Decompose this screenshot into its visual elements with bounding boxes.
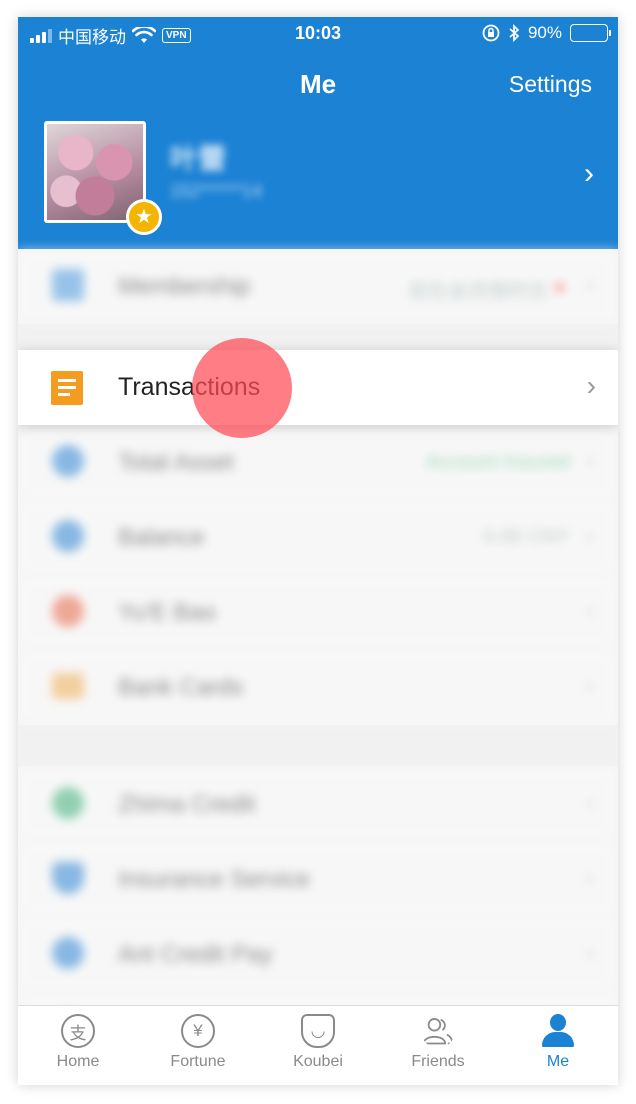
list-item-label: Insurance Service: [118, 866, 311, 893]
balance-icon: [52, 520, 84, 552]
status-bar: 中国移动 VPN 10:03 90%: [18, 17, 618, 51]
battery-percent: 90%: [527, 23, 562, 42]
tab-label: Home: [56, 1053, 100, 1070]
chevron-right-icon: ›: [586, 864, 594, 891]
tab-me[interactable]: Me: [498, 1006, 618, 1085]
money-bag-icon: [52, 595, 84, 627]
tab-label: Koubei: [293, 1053, 343, 1070]
list-item-balance[interactable]: Balance 0.00 CNY ›: [18, 500, 618, 575]
chevron-right-icon: ›: [584, 157, 594, 190]
list-item-label: Membership: [118, 273, 251, 300]
list-item-label: Balance: [118, 524, 205, 551]
shield-icon: [52, 862, 84, 894]
chevron-right-icon: ›: [586, 939, 594, 966]
settings-button[interactable]: Settings: [509, 71, 592, 98]
list-item-zhima-credit[interactable]: Zhima Credit ›: [18, 767, 618, 842]
tab-friends[interactable]: Friends: [378, 1006, 498, 1085]
star-icon: ★: [126, 199, 162, 235]
list-item-label: Zhima Credit: [118, 791, 256, 818]
tab-home[interactable]: 支 Home: [18, 1006, 138, 1085]
list-item-total-asset[interactable]: Total Asset Account Insured ›: [18, 425, 618, 500]
list-item-label: Yu'E Bao: [118, 599, 216, 626]
tap-indicator: [192, 338, 292, 438]
chevron-right-icon: ›: [586, 789, 594, 816]
pie-chart-icon: [52, 445, 84, 477]
list-item-label: Bank Cards: [118, 674, 244, 701]
chevron-right-icon: ›: [586, 271, 594, 298]
status-right: 90%: [482, 23, 611, 43]
credit-pay-icon: [52, 937, 84, 969]
chevron-right-icon: ›: [586, 597, 594, 624]
tab-label: Fortune: [170, 1053, 226, 1070]
tab-fortune[interactable]: ¥ Fortune: [138, 1006, 258, 1085]
list-item-yue-bao[interactable]: Yu'E Bao ›: [18, 575, 618, 650]
bluetooth-icon: [509, 24, 520, 42]
bank-card-icon: [52, 673, 84, 699]
list-item-ant-credit-pay[interactable]: Ant Credit Pay ›: [18, 917, 618, 992]
crown-icon: [52, 269, 84, 301]
koubei-icon: ◡: [301, 1014, 335, 1048]
battery-icon: [570, 24, 611, 42]
list-item-transactions[interactable]: Transactions ›: [18, 350, 618, 425]
list-item-value: 现在会员限时兑: [408, 281, 548, 303]
chevron-right-icon: ›: [586, 522, 594, 549]
tab-label: Me: [546, 1053, 570, 1070]
document-icon: [51, 371, 83, 405]
list-item-label: Total Asset: [118, 449, 235, 476]
rotation-lock-icon: [482, 24, 500, 42]
tab-bar: 支 Home ¥ Fortune ◡ Koubei Friends Me: [18, 1005, 618, 1085]
header: 中国移动 VPN 10:03 90% Me Settings ★ 叶蕾 152*…: [18, 17, 618, 249]
nav-bar: Me Settings: [18, 65, 618, 105]
list-item-value: 0.00 CNY: [483, 526, 570, 548]
list-item-label: Ant Credit Pay: [118, 941, 273, 968]
chevron-right-icon: ›: [586, 672, 594, 699]
friends-icon: [422, 1018, 454, 1045]
profile-card[interactable]: ★ 叶蕾 152******14 ›: [42, 119, 602, 235]
tab-label: Friends: [411, 1053, 465, 1070]
profile-phone: 152******14: [170, 181, 263, 201]
person-icon: [541, 1014, 575, 1048]
profile-name: 叶蕾: [170, 143, 227, 174]
tab-koubei[interactable]: ◡ Koubei: [258, 1006, 378, 1085]
chevron-right-icon: ›: [586, 370, 596, 401]
yuan-icon: ¥: [181, 1014, 215, 1048]
section-divider: [18, 725, 618, 767]
list-item-membership[interactable]: Membership 现在会员限时兑 ›: [18, 249, 618, 324]
list-item-insurance[interactable]: Insurance Service ›: [18, 842, 618, 917]
phone-screen: 中国移动 VPN 10:03 90% Me Settings ★ 叶蕾 152*…: [18, 17, 618, 1085]
zhima-leaf-icon: [52, 787, 84, 819]
notification-dot: [555, 283, 564, 292]
list-item-bank-cards[interactable]: Bank Cards ›: [18, 650, 618, 725]
alipay-icon: 支: [61, 1014, 95, 1048]
section-divider: [18, 324, 618, 350]
list-item-value: Account Insured: [425, 451, 570, 473]
chevron-right-icon: ›: [586, 447, 594, 474]
